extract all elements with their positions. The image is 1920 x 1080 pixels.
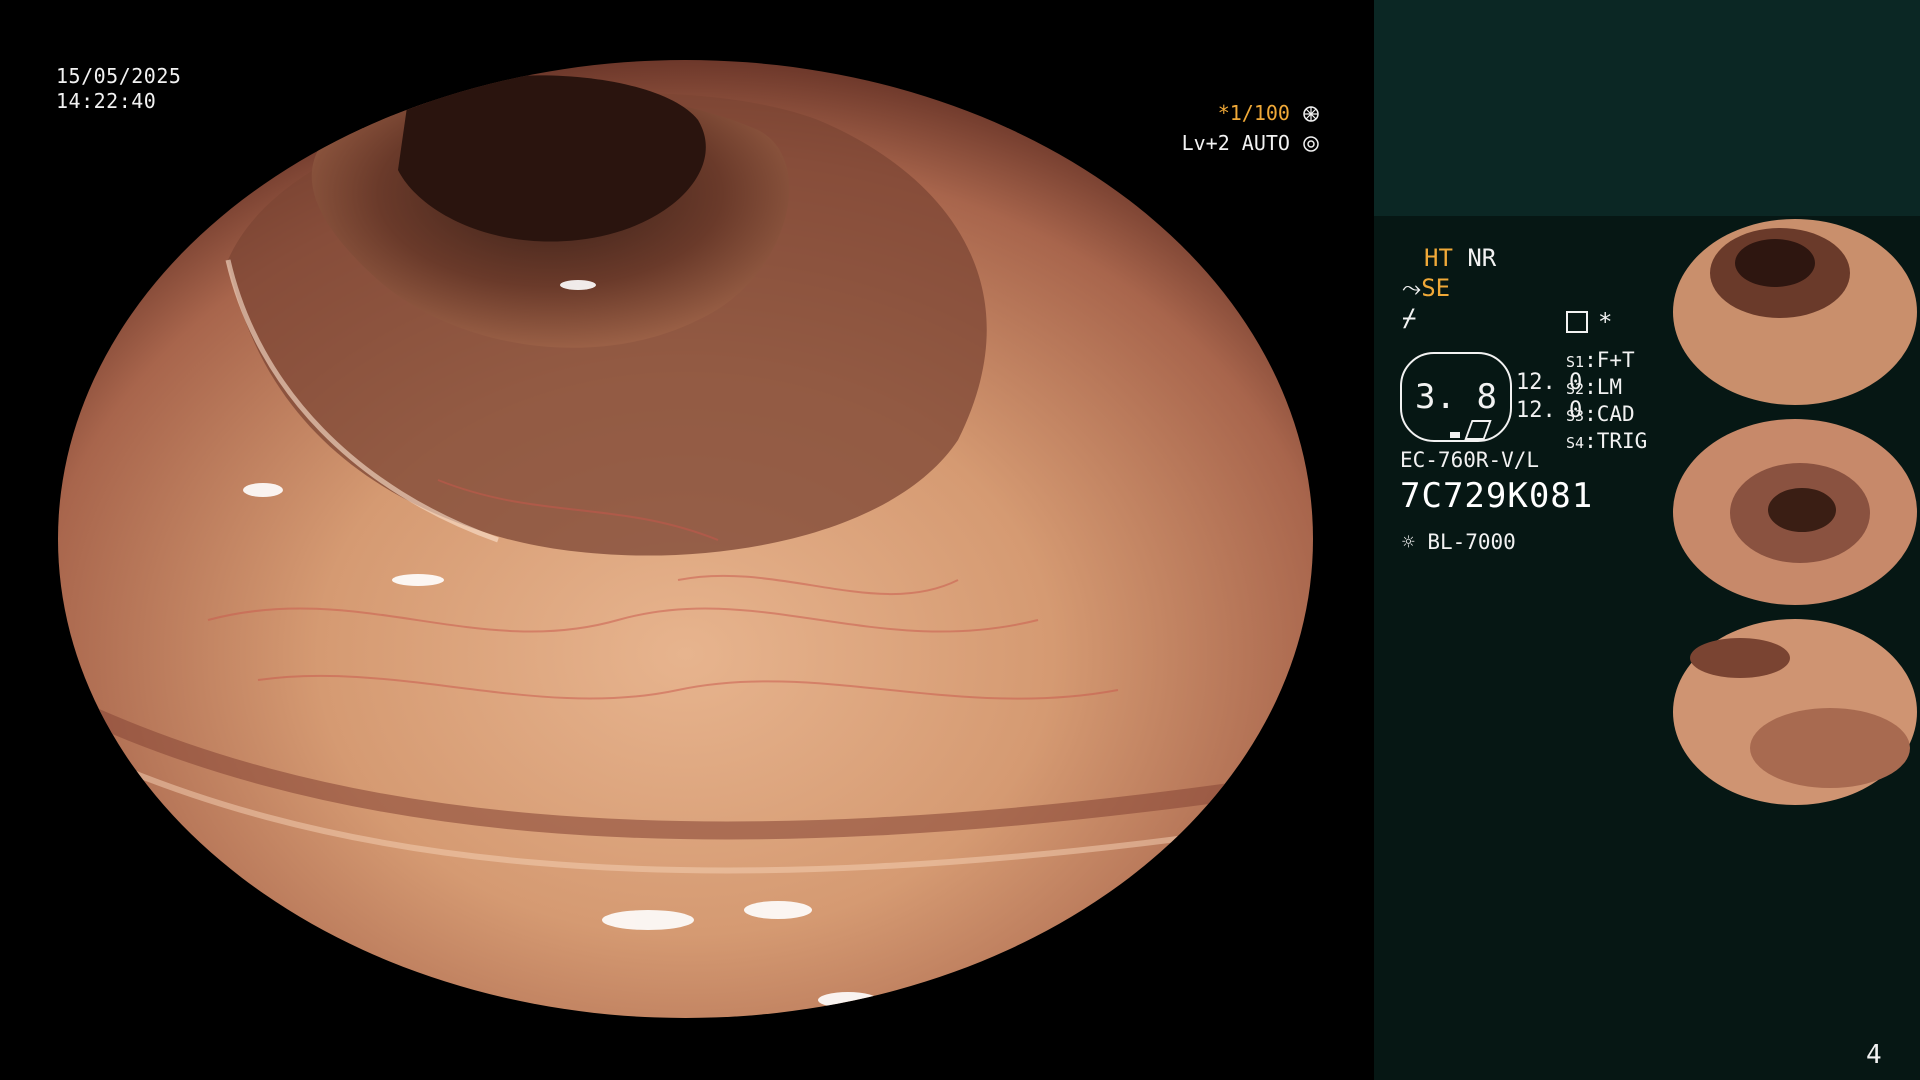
thumbnail-3[interactable] <box>1670 618 1920 806</box>
scene-item: S4:TRIG <box>1566 429 1648 453</box>
auto-iris-icon <box>1303 136 1319 152</box>
status-ht-nr: HT NR <box>1424 244 1496 272</box>
shutter-icon <box>1303 106 1319 122</box>
status-se: ⤳SE <box>1402 274 1450 302</box>
nr-label: NR <box>1467 244 1497 272</box>
level-label: Lv+2 AUTO <box>1181 131 1290 155</box>
thumbnail-1-image <box>1673 219 1917 405</box>
filter-icon: ⌿ <box>1402 304 1417 332</box>
ht-label: HT <box>1424 244 1453 272</box>
panel-header <box>1374 0 1920 216</box>
page-number: 4 <box>1866 1040 1882 1070</box>
oval-badge: 3. 8 <box>1400 352 1512 442</box>
endoscopy-screen: 15/05/2025 14:22:40 *1/100 Lv+2 AUTO HT … <box>0 0 1920 1080</box>
time-label: 14:22:40 <box>56 89 157 113</box>
lamp-label: BL-7000 <box>1427 530 1516 554</box>
date-label: 15/05/2025 <box>56 64 182 88</box>
thumbnail-2-image <box>1673 419 1917 605</box>
thumbnail-1[interactable] <box>1670 218 1920 406</box>
scope-serial: 7C729K081 <box>1400 476 1594 516</box>
memory-star-row: * <box>1566 308 1612 336</box>
lamp-info: ☼ BL-7000 <box>1402 530 1516 554</box>
signal-icon: ⤳ <box>1402 274 1422 302</box>
scene-item: S2:LM <box>1566 375 1623 399</box>
endoscopic-view <box>58 60 1313 1018</box>
se-label: SE <box>1421 274 1451 302</box>
exposure-info: *1/100 Lv+2 AUTO <box>1180 98 1320 158</box>
scope-model: EC-760R-V/L <box>1400 448 1540 472</box>
thumbnail-2[interactable] <box>1670 418 1920 606</box>
star-icon: * <box>1598 308 1613 336</box>
shutter-label: *1/100 <box>1217 101 1290 125</box>
thumbnail-3-image <box>1673 619 1917 805</box>
memory-icon <box>1566 311 1588 333</box>
scene-item: S1:F+T <box>1566 348 1635 372</box>
timestamp-block: 15/05/2025 14:22:40 <box>56 64 181 114</box>
badge-mark <box>1450 432 1460 438</box>
scene-list: S1:F+T S2:LM S3:CAD S4:TRIG <box>1566 348 1647 456</box>
lamp-icon: ☼ <box>1402 530 1415 554</box>
scene-item: S3:CAD <box>1566 402 1635 426</box>
